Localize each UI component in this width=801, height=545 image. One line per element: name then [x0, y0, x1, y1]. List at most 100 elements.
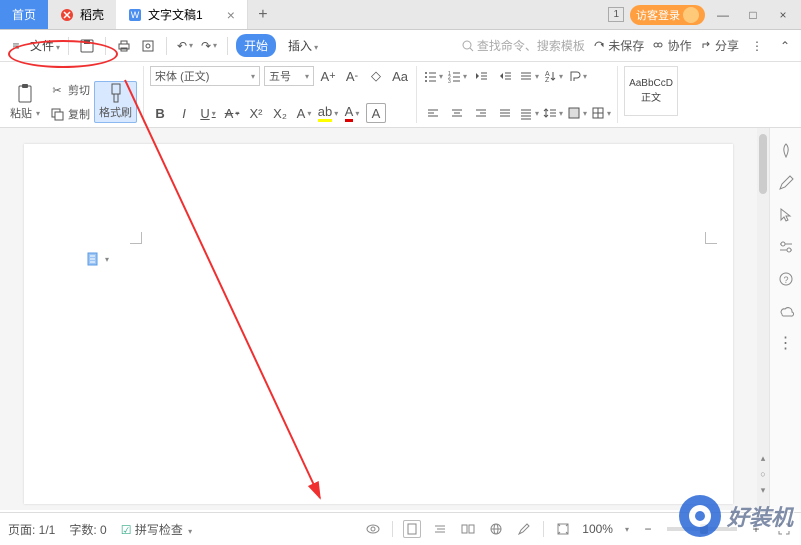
- show-marks-button[interactable]: ▾: [567, 66, 587, 86]
- align-center-button[interactable]: [447, 103, 467, 123]
- align-right-button[interactable]: [471, 103, 491, 123]
- tab-stops-button[interactable]: ▾: [519, 66, 539, 86]
- tab-home[interactable]: 首页: [0, 0, 48, 29]
- pencil-icon[interactable]: [777, 174, 795, 192]
- paste-button[interactable]: 粘贴▾: [6, 83, 44, 123]
- font-size-select[interactable]: 五号▾: [264, 66, 314, 86]
- shading-button[interactable]: ▾: [567, 103, 587, 123]
- format-painter-button[interactable]: 格式刷: [94, 81, 137, 123]
- cursor-icon[interactable]: [777, 206, 795, 224]
- chevron-down-icon: ▾: [314, 43, 318, 52]
- undo-icon[interactable]: ↶▾: [175, 36, 195, 56]
- vertical-scrollbar[interactable]: ▴ ○ ▾: [757, 128, 769, 510]
- fit-page-icon[interactable]: [554, 520, 572, 538]
- more-icon[interactable]: ⋮: [747, 36, 767, 56]
- scroll-prev-icon[interactable]: ▴: [757, 452, 769, 464]
- char-border-button[interactable]: A: [366, 103, 386, 123]
- cut-label: 剪切: [68, 82, 90, 98]
- highlight-button[interactable]: ab▾: [318, 103, 338, 123]
- outline-view-icon[interactable]: [431, 520, 449, 538]
- clear-format-icon[interactable]: ◇: [366, 66, 386, 86]
- increase-font-icon[interactable]: A+: [318, 66, 338, 86]
- share-button[interactable]: 分享: [700, 37, 739, 54]
- scrollbar-thumb[interactable]: [759, 134, 767, 194]
- font-name-select[interactable]: 宋体 (正文)▾: [150, 66, 260, 86]
- rocket-icon[interactable]: [777, 142, 795, 160]
- close-icon[interactable]: ×: [227, 7, 235, 23]
- separator: [392, 521, 393, 537]
- style-preview-normal[interactable]: AaBbCcD 正文: [624, 66, 678, 116]
- align-justify-button[interactable]: [495, 103, 515, 123]
- spellcheck-toggle[interactable]: ☑ 拼写检查 ▾: [121, 521, 192, 538]
- close-button[interactable]: ×: [771, 3, 795, 27]
- ribbon-tab-start[interactable]: 开始: [236, 34, 276, 57]
- align-left-button[interactable]: [423, 103, 443, 123]
- page-view-icon[interactable]: [403, 520, 421, 538]
- chevron-down-icon[interactable]: ▾: [625, 525, 629, 534]
- strikethrough-button[interactable]: A▾: [222, 103, 242, 123]
- reading-view-icon[interactable]: [459, 520, 477, 538]
- copy-button[interactable]: 复制: [48, 105, 90, 123]
- guest-login-button[interactable]: 访客登录: [630, 5, 705, 25]
- zoom-out-button[interactable]: −: [639, 520, 657, 538]
- decrease-font-icon[interactable]: A-: [342, 66, 362, 86]
- print-icon[interactable]: [114, 36, 134, 56]
- write-mode-icon[interactable]: [515, 520, 533, 538]
- more-icon[interactable]: ⋮: [777, 334, 795, 352]
- file-menu[interactable]: 文件▾: [30, 37, 60, 54]
- line-spacing-button[interactable]: ▾: [543, 103, 563, 123]
- cloud-icon[interactable]: [777, 302, 795, 320]
- italic-button[interactable]: I: [174, 103, 194, 123]
- zoom-level[interactable]: 100%: [582, 522, 613, 536]
- minimize-button[interactable]: —: [711, 3, 735, 27]
- command-search[interactable]: 查找命令、搜索模板: [462, 37, 585, 54]
- sort-button[interactable]: AZ▾: [543, 66, 563, 86]
- eye-icon[interactable]: [364, 520, 382, 538]
- decrease-indent-button[interactable]: [471, 66, 491, 86]
- print-preview-icon[interactable]: [138, 36, 158, 56]
- superscript-button[interactable]: X²: [246, 103, 266, 123]
- word-count[interactable]: 字数: 0: [69, 521, 106, 538]
- tab-document[interactable]: W 文字文稿1 ×: [116, 0, 248, 29]
- zoom-slider-thumb[interactable]: [700, 524, 708, 534]
- window-index-badge[interactable]: 1: [608, 7, 624, 22]
- bullet-list-button[interactable]: ▾: [423, 66, 443, 86]
- subscript-button[interactable]: X₂: [270, 103, 290, 123]
- help-icon[interactable]: ?: [777, 270, 795, 288]
- page-indicator[interactable]: 页面: 1/1: [8, 521, 55, 538]
- fullscreen-icon[interactable]: [775, 520, 793, 538]
- distribute-button[interactable]: ▾: [519, 103, 539, 123]
- chevron-down-icon: ▾: [105, 255, 109, 264]
- underline-button[interactable]: U▾: [198, 103, 218, 123]
- borders-button[interactable]: ▾: [591, 103, 611, 123]
- cooperation-button[interactable]: 协作: [652, 37, 691, 54]
- chevron-down-icon: ▾: [235, 109, 239, 118]
- separator: [105, 37, 106, 55]
- unsaved-indicator[interactable]: 未保存: [593, 37, 644, 54]
- increase-indent-button[interactable]: [495, 66, 515, 86]
- tab-add-button[interactable]: +: [248, 0, 278, 29]
- hamburger-icon[interactable]: ≡: [6, 36, 26, 56]
- font-color-button[interactable]: A▾: [342, 103, 362, 123]
- document-page[interactable]: ▾: [24, 144, 733, 504]
- collapse-ribbon-icon[interactable]: ⌃: [775, 36, 795, 56]
- scroll-next-icon[interactable]: ▾: [757, 484, 769, 496]
- scroll-circle-icon[interactable]: ○: [757, 468, 769, 480]
- document-viewport[interactable]: ▾: [18, 128, 757, 510]
- zoom-in-button[interactable]: +: [747, 520, 765, 538]
- web-view-icon[interactable]: [487, 520, 505, 538]
- zoom-slider[interactable]: [667, 527, 737, 531]
- text-effects-button[interactable]: A▾: [294, 103, 314, 123]
- redo-icon[interactable]: ↷▾: [199, 36, 219, 56]
- numbered-list-button[interactable]: 123▾: [447, 66, 467, 86]
- save-icon[interactable]: [77, 36, 97, 56]
- ribbon-tab-insert[interactable]: 插入▾: [280, 34, 326, 57]
- maximize-button[interactable]: □: [741, 3, 765, 27]
- bold-button[interactable]: B: [150, 103, 170, 123]
- change-case-icon[interactable]: Aa: [390, 66, 410, 86]
- sliders-icon[interactable]: [777, 238, 795, 256]
- cut-button[interactable]: ✂剪切: [48, 81, 90, 99]
- tab-docker[interactable]: 稻壳: [48, 0, 116, 29]
- section-mark[interactable]: ▾: [86, 252, 109, 266]
- brush-icon: [107, 84, 125, 102]
